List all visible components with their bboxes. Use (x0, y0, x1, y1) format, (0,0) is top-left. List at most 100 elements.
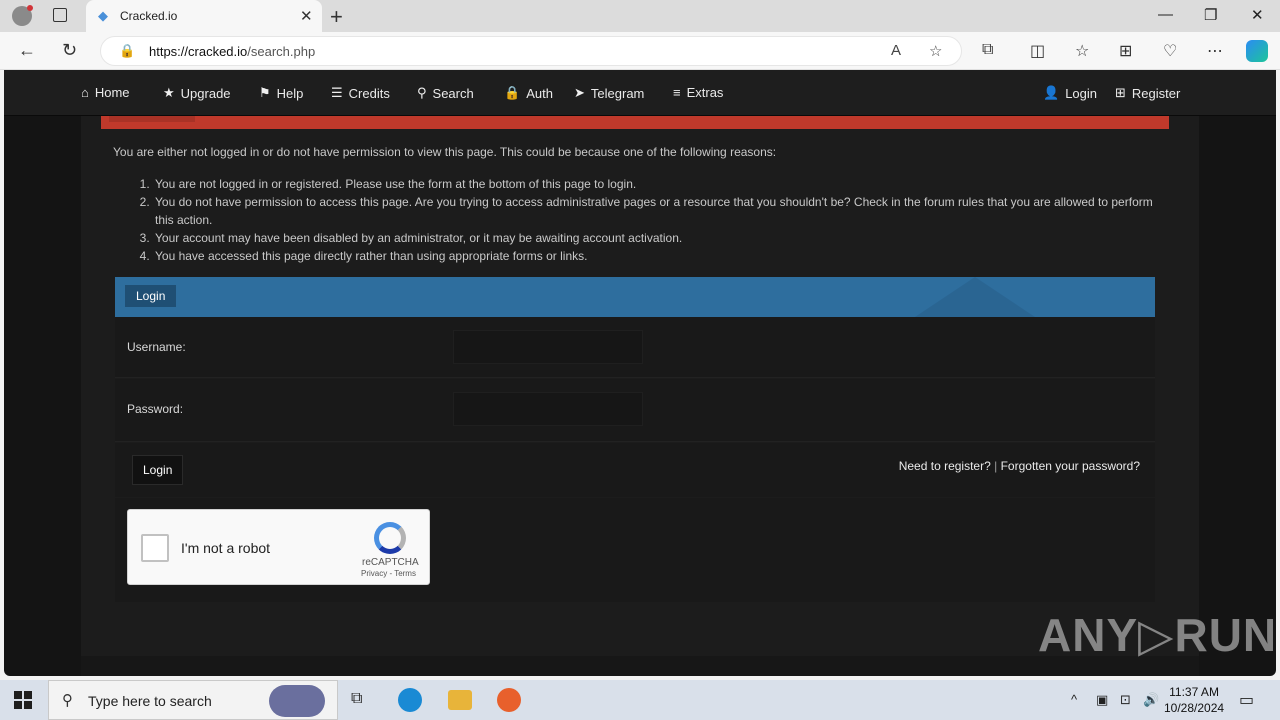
anyrun-watermark: ANY▷RUN (1038, 609, 1278, 661)
clock-time: 11:37 AM (1169, 685, 1219, 699)
nav-telegram[interactable]: ➤ Telegram (574, 85, 644, 101)
nav-credits-label: Credits (348, 85, 390, 101)
browser-tab-active[interactable]: ◆ Cracked.io ✕ (86, 0, 322, 32)
notifications-icon[interactable]: ▭ (1239, 690, 1254, 710)
username-row: Username: (115, 317, 1155, 378)
tray-chevron-up-icon[interactable]: ^ (1071, 692, 1077, 707)
content-container: You are either not logged in or do not h… (81, 116, 1199, 656)
nav-auth[interactable]: 🔒 Auth (504, 85, 553, 101)
url-field[interactable]: 🔒 https://cracked.io/search.php A ☆ (100, 36, 962, 66)
favorite-star-icon[interactable]: ☆ (929, 42, 942, 60)
nav-search[interactable]: ⚲ Search (417, 85, 474, 101)
restore-icon[interactable]: ❐ (1204, 6, 1217, 24)
recaptcha-label: I'm not a robot (181, 540, 271, 556)
login-submit-button[interactable]: Login (132, 455, 184, 485)
menu-icon: ≡ (673, 85, 681, 100)
split-screen-icon[interactable]: ◫ (1030, 41, 1045, 61)
account-links: Need to register? | Forgotten your passw… (899, 459, 1140, 473)
login-panel-title: Login (125, 285, 177, 307)
url-text: https://cracked.io/search.php (149, 44, 316, 59)
task-view-icon[interactable]: ⧉ (351, 690, 362, 708)
recaptcha-widget: I'm not a robot reCAPTCHA Privacy - Term… (127, 509, 430, 585)
tab-actions-icon[interactable] (53, 8, 67, 22)
read-aloud-icon[interactable]: A (891, 42, 901, 59)
browser-tab-bar: ◆ Cracked.io ✕ + — ❐ ✕ (0, 0, 1280, 32)
lock-icon: 🔒 (504, 85, 521, 100)
performance-icon[interactable]: ♡ (1163, 41, 1177, 61)
password-label: Password: (127, 402, 184, 416)
notification-dot (27, 5, 33, 11)
extensions-icon[interactable]: ⧉ (982, 41, 993, 59)
password-row: Password: (115, 379, 1155, 442)
tab-close-icon[interactable]: ✕ (300, 7, 313, 25)
recaptcha-privacy-terms[interactable]: Privacy - Terms (361, 569, 416, 578)
list-item: Your account may have been disabled by a… (153, 229, 1163, 247)
tab-title: Cracked.io (120, 9, 178, 23)
search-icon: ⚲ (417, 85, 427, 100)
login-submit-row: Login Need to register? | Forgotten your… (115, 443, 1155, 497)
nav-home[interactable]: ⌂ Home (81, 85, 130, 100)
link-separator: | (994, 459, 998, 473)
username-label: Username: (127, 340, 186, 354)
site-favicon-icon: ◆ (98, 8, 108, 23)
firefox-icon[interactable] (497, 688, 521, 712)
error-notice: You are either not logged in or do not h… (113, 145, 777, 159)
nav-telegram-label: Telegram (590, 85, 645, 101)
collections-icon[interactable]: ⊞ (1119, 41, 1132, 61)
nav-search-label: Search (432, 85, 474, 101)
nav-login[interactable]: 👤 Login (1043, 85, 1097, 101)
settings-more-icon[interactable]: ⋯ (1207, 41, 1223, 61)
home-icon: ⌂ (81, 85, 89, 100)
plus-square-icon: ⊞ (1115, 85, 1126, 100)
nav-register[interactable]: ⊞ Register (1115, 85, 1180, 101)
captcha-row: I'm not a robot reCAPTCHA Privacy - Term… (115, 498, 1155, 602)
windows-start-icon[interactable] (14, 691, 32, 709)
nav-upgrade[interactable]: ★ Upgrade (163, 85, 231, 101)
search-highlight-image (269, 685, 325, 717)
recaptcha-brand: reCAPTCHA (362, 557, 419, 568)
list-item: You are not logged in or registered. Ple… (153, 175, 1163, 193)
nav-credits[interactable]: ☰ Credits (331, 85, 390, 101)
list-item: You have accessed this page directly rat… (153, 247, 1163, 265)
lock-icon: 🔒 (119, 43, 136, 58)
edge-browser-icon[interactable] (398, 688, 422, 712)
nav-extras-label: Extras (686, 85, 724, 100)
window-close-icon[interactable]: ✕ (1251, 6, 1264, 24)
tray-device-icon[interactable]: ▣ (1096, 692, 1108, 708)
refresh-icon[interactable]: ↻ (62, 40, 77, 61)
recaptcha-logo-icon (374, 522, 406, 554)
nav-extras[interactable]: ≡ Extras (673, 85, 723, 100)
network-icon[interactable]: ⊡ (1120, 692, 1131, 708)
nav-register-label: Register (1131, 85, 1181, 101)
taskbar-search-placeholder: Type here to search (88, 693, 212, 709)
nav-help-label: Help (276, 85, 304, 101)
nav-upgrade-label: Upgrade (180, 85, 231, 101)
forgot-password-link[interactable]: Forgotten your password? (1001, 459, 1140, 473)
taskbar-search[interactable]: ⚲ Type here to search (48, 680, 338, 720)
file-explorer-icon[interactable] (448, 690, 472, 710)
nav-login-label: Login (1065, 85, 1097, 101)
favorites-icon[interactable]: ☆ (1075, 41, 1089, 61)
search-icon: ⚲ (62, 692, 73, 709)
back-icon[interactable]: ← (18, 40, 36, 61)
content-footer (81, 656, 1199, 676)
address-bar-row: ← ↻ 🔒 https://cracked.io/search.php A ☆ … (0, 32, 1280, 70)
star-icon: ★ (163, 85, 175, 100)
site-navigation: ⌂ Home ★ Upgrade ⚑ Help ☰ Credits ⚲ Sear… (4, 70, 1276, 116)
password-input[interactable] (453, 392, 643, 426)
minimize-icon[interactable]: — (1158, 6, 1173, 23)
clock-date: 10/28/2024 (1164, 701, 1225, 715)
system-clock[interactable]: 11:37 AM 10/28/2024 (1164, 684, 1224, 716)
nav-help[interactable]: ⚑ Help (259, 85, 303, 101)
nav-auth-label: Auth (526, 85, 553, 101)
list-item: You do not have permission to access thi… (153, 193, 1163, 229)
username-input[interactable] (453, 330, 643, 364)
register-link[interactable]: Need to register? (899, 459, 991, 473)
copilot-icon[interactable] (1246, 40, 1268, 62)
new-tab-icon[interactable]: + (330, 4, 343, 30)
recaptcha-checkbox[interactable] (141, 534, 169, 562)
web-page: ⌂ Home ★ Upgrade ⚑ Help ☰ Credits ⚲ Sear… (4, 70, 1276, 676)
windows-taskbar: ⚲ Type here to search ⧉ ^ ▣ ⊡ 🔊 11:37 AM… (0, 680, 1280, 720)
volume-icon[interactable]: 🔊 (1143, 692, 1159, 708)
flag-icon: ⚑ (259, 85, 271, 100)
